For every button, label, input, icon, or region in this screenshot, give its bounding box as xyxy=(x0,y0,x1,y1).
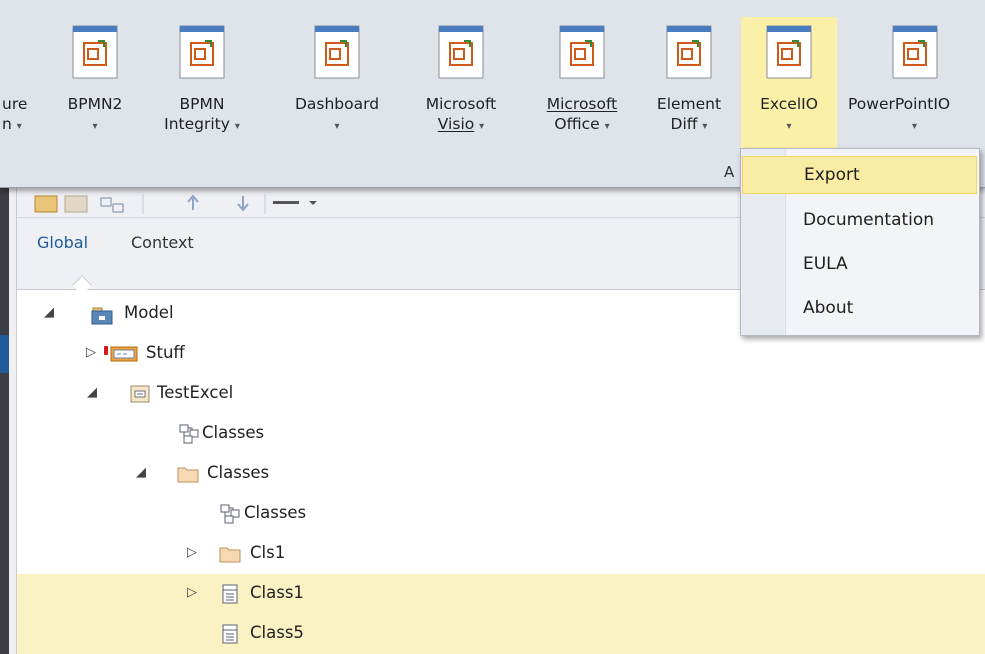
ribbon-button-label-line2: Diff xyxy=(670,115,698,133)
chevron-down-icon: ▾ xyxy=(16,121,22,132)
tree-node-label: Cls1 xyxy=(250,543,286,562)
diagram-package-icon xyxy=(104,344,138,364)
class-element-icon xyxy=(222,624,238,644)
ribbon-button-excelio[interactable]: ExcelIO ▾ xyxy=(741,17,837,149)
ribbon-button-label: Microsoft xyxy=(425,95,497,113)
project-browser-tree: ◢ Model ▷ Stuff ◢ TestExcel Classes ◢ Cl… xyxy=(17,291,985,654)
ribbon-button-microsoft-office[interactable]: Microsoft Office ▾ xyxy=(526,17,638,149)
ribbon-button-label: Microsoft xyxy=(546,95,618,113)
menu-item-export[interactable]: Export xyxy=(742,156,977,194)
expanded-triangle-icon[interactable]: ◢ xyxy=(136,465,150,481)
ribbon-button-label-line2: Office xyxy=(554,115,600,133)
ribbon-button-microsoft-visio[interactable]: Microsoft Visio ▾ xyxy=(405,17,517,149)
chevron-down-icon: ▾ xyxy=(334,121,340,132)
ribbon-button-label: ExcelIO xyxy=(760,95,818,113)
addin-plugin-icon xyxy=(766,25,812,79)
addin-plugin-icon xyxy=(559,25,605,79)
tree-node-label: Classes xyxy=(244,503,307,522)
ribbon-button-label-line2: Visio xyxy=(437,115,475,133)
menu-item-documentation[interactable]: Documentation xyxy=(741,201,979,239)
addin-plugin-icon xyxy=(72,25,118,79)
tree-node-label: Model xyxy=(124,303,174,322)
expanded-triangle-icon[interactable]: ◢ xyxy=(44,305,58,321)
tree-node-class5[interactable]: Class5 xyxy=(17,614,985,654)
folder-icon xyxy=(219,544,241,564)
ribbon-button-dashboard[interactable]: Dashboard ▾ xyxy=(274,17,400,149)
chevron-down-icon: ▾ xyxy=(604,121,610,132)
chevron-down-icon: ▾ xyxy=(912,121,918,132)
toolbar-icons[interactable] xyxy=(17,188,377,218)
package-icon xyxy=(130,384,150,404)
tree-node-testexcel[interactable]: ◢ TestExcel xyxy=(17,374,985,414)
addin-plugin-icon xyxy=(666,25,712,79)
tree-node-classes-diagram[interactable]: Classes xyxy=(17,414,985,454)
class-diagram-icon xyxy=(179,424,199,444)
addin-plugin-icon xyxy=(438,25,484,79)
ribbon-button-label: Element xyxy=(656,95,722,113)
ribbon-button-partial[interactable]: ure n ▾ xyxy=(0,17,46,149)
class-element-icon xyxy=(222,584,238,604)
tree-node-label: TestExcel xyxy=(157,383,234,402)
ribbon-group-label: A xyxy=(724,163,735,181)
chevron-down-icon: ▾ xyxy=(92,121,98,132)
addin-plugin-icon xyxy=(179,25,225,79)
tree-node-label: Class1 xyxy=(250,583,304,602)
ribbon-button-powerpointio[interactable]: PowerPointIO ▾ xyxy=(842,17,985,149)
collapsed-triangle-icon[interactable]: ▷ xyxy=(187,545,201,561)
excelio-dropdown-menu: Export Documentation EULA About xyxy=(740,148,980,336)
frame-accent-mark xyxy=(0,335,9,373)
collapsed-triangle-icon[interactable]: ▷ xyxy=(86,345,100,361)
tree-node-label: Classes xyxy=(207,463,270,482)
ribbon-button-label-line2: n xyxy=(2,115,12,133)
ribbon-button-label-line2: Integrity xyxy=(164,115,230,133)
folder-icon xyxy=(177,464,199,484)
chevron-down-icon: ▾ xyxy=(786,121,792,132)
collapsed-triangle-icon[interactable]: ▷ xyxy=(187,585,201,601)
tree-node-class1[interactable]: ▷ Class1 xyxy=(17,574,985,614)
menu-item-eula[interactable]: EULA xyxy=(741,245,979,283)
addin-plugin-icon xyxy=(892,25,938,79)
tree-node-classes-diagram-nested[interactable]: Classes xyxy=(17,494,985,534)
ribbon-button-label: PowerPointIO xyxy=(848,95,951,113)
tree-node-stuff[interactable]: ▷ Stuff xyxy=(17,334,985,374)
tree-node-cls1[interactable]: ▷ Cls1 xyxy=(17,534,985,574)
tree-node-label: Classes xyxy=(202,423,265,442)
menu-item-about[interactable]: About xyxy=(741,289,979,327)
ribbon-button-label: BPMN2 xyxy=(67,95,123,113)
tree-node-classes-folder[interactable]: ◢ Classes xyxy=(17,454,985,494)
expanded-triangle-icon[interactable]: ◢ xyxy=(87,385,101,401)
model-package-icon xyxy=(91,304,113,326)
chevron-down-icon: ▾ xyxy=(479,121,485,132)
ribbon-button-element-diff[interactable]: Element Diff ▾ xyxy=(641,17,737,149)
tab-global[interactable]: Global xyxy=(37,233,88,252)
ribbon-button-label: ure xyxy=(2,95,28,113)
ribbon-button-label: BPMN xyxy=(179,95,225,113)
chevron-down-icon: ▾ xyxy=(234,121,240,132)
tree-node-label: Stuff xyxy=(146,343,185,362)
ribbon-button-label: Dashboard xyxy=(294,95,380,113)
tab-context[interactable]: Context xyxy=(131,233,194,252)
tree-node-label: Class5 xyxy=(250,623,304,642)
class-diagram-icon xyxy=(220,504,240,524)
ribbon-button-bpmn2[interactable]: BPMN2 ▾ xyxy=(52,17,138,149)
ribbon-button-bpmn-integrity[interactable]: BPMN Integrity ▾ xyxy=(146,17,258,149)
addin-plugin-icon xyxy=(314,25,360,79)
chevron-down-icon: ▾ xyxy=(702,121,708,132)
